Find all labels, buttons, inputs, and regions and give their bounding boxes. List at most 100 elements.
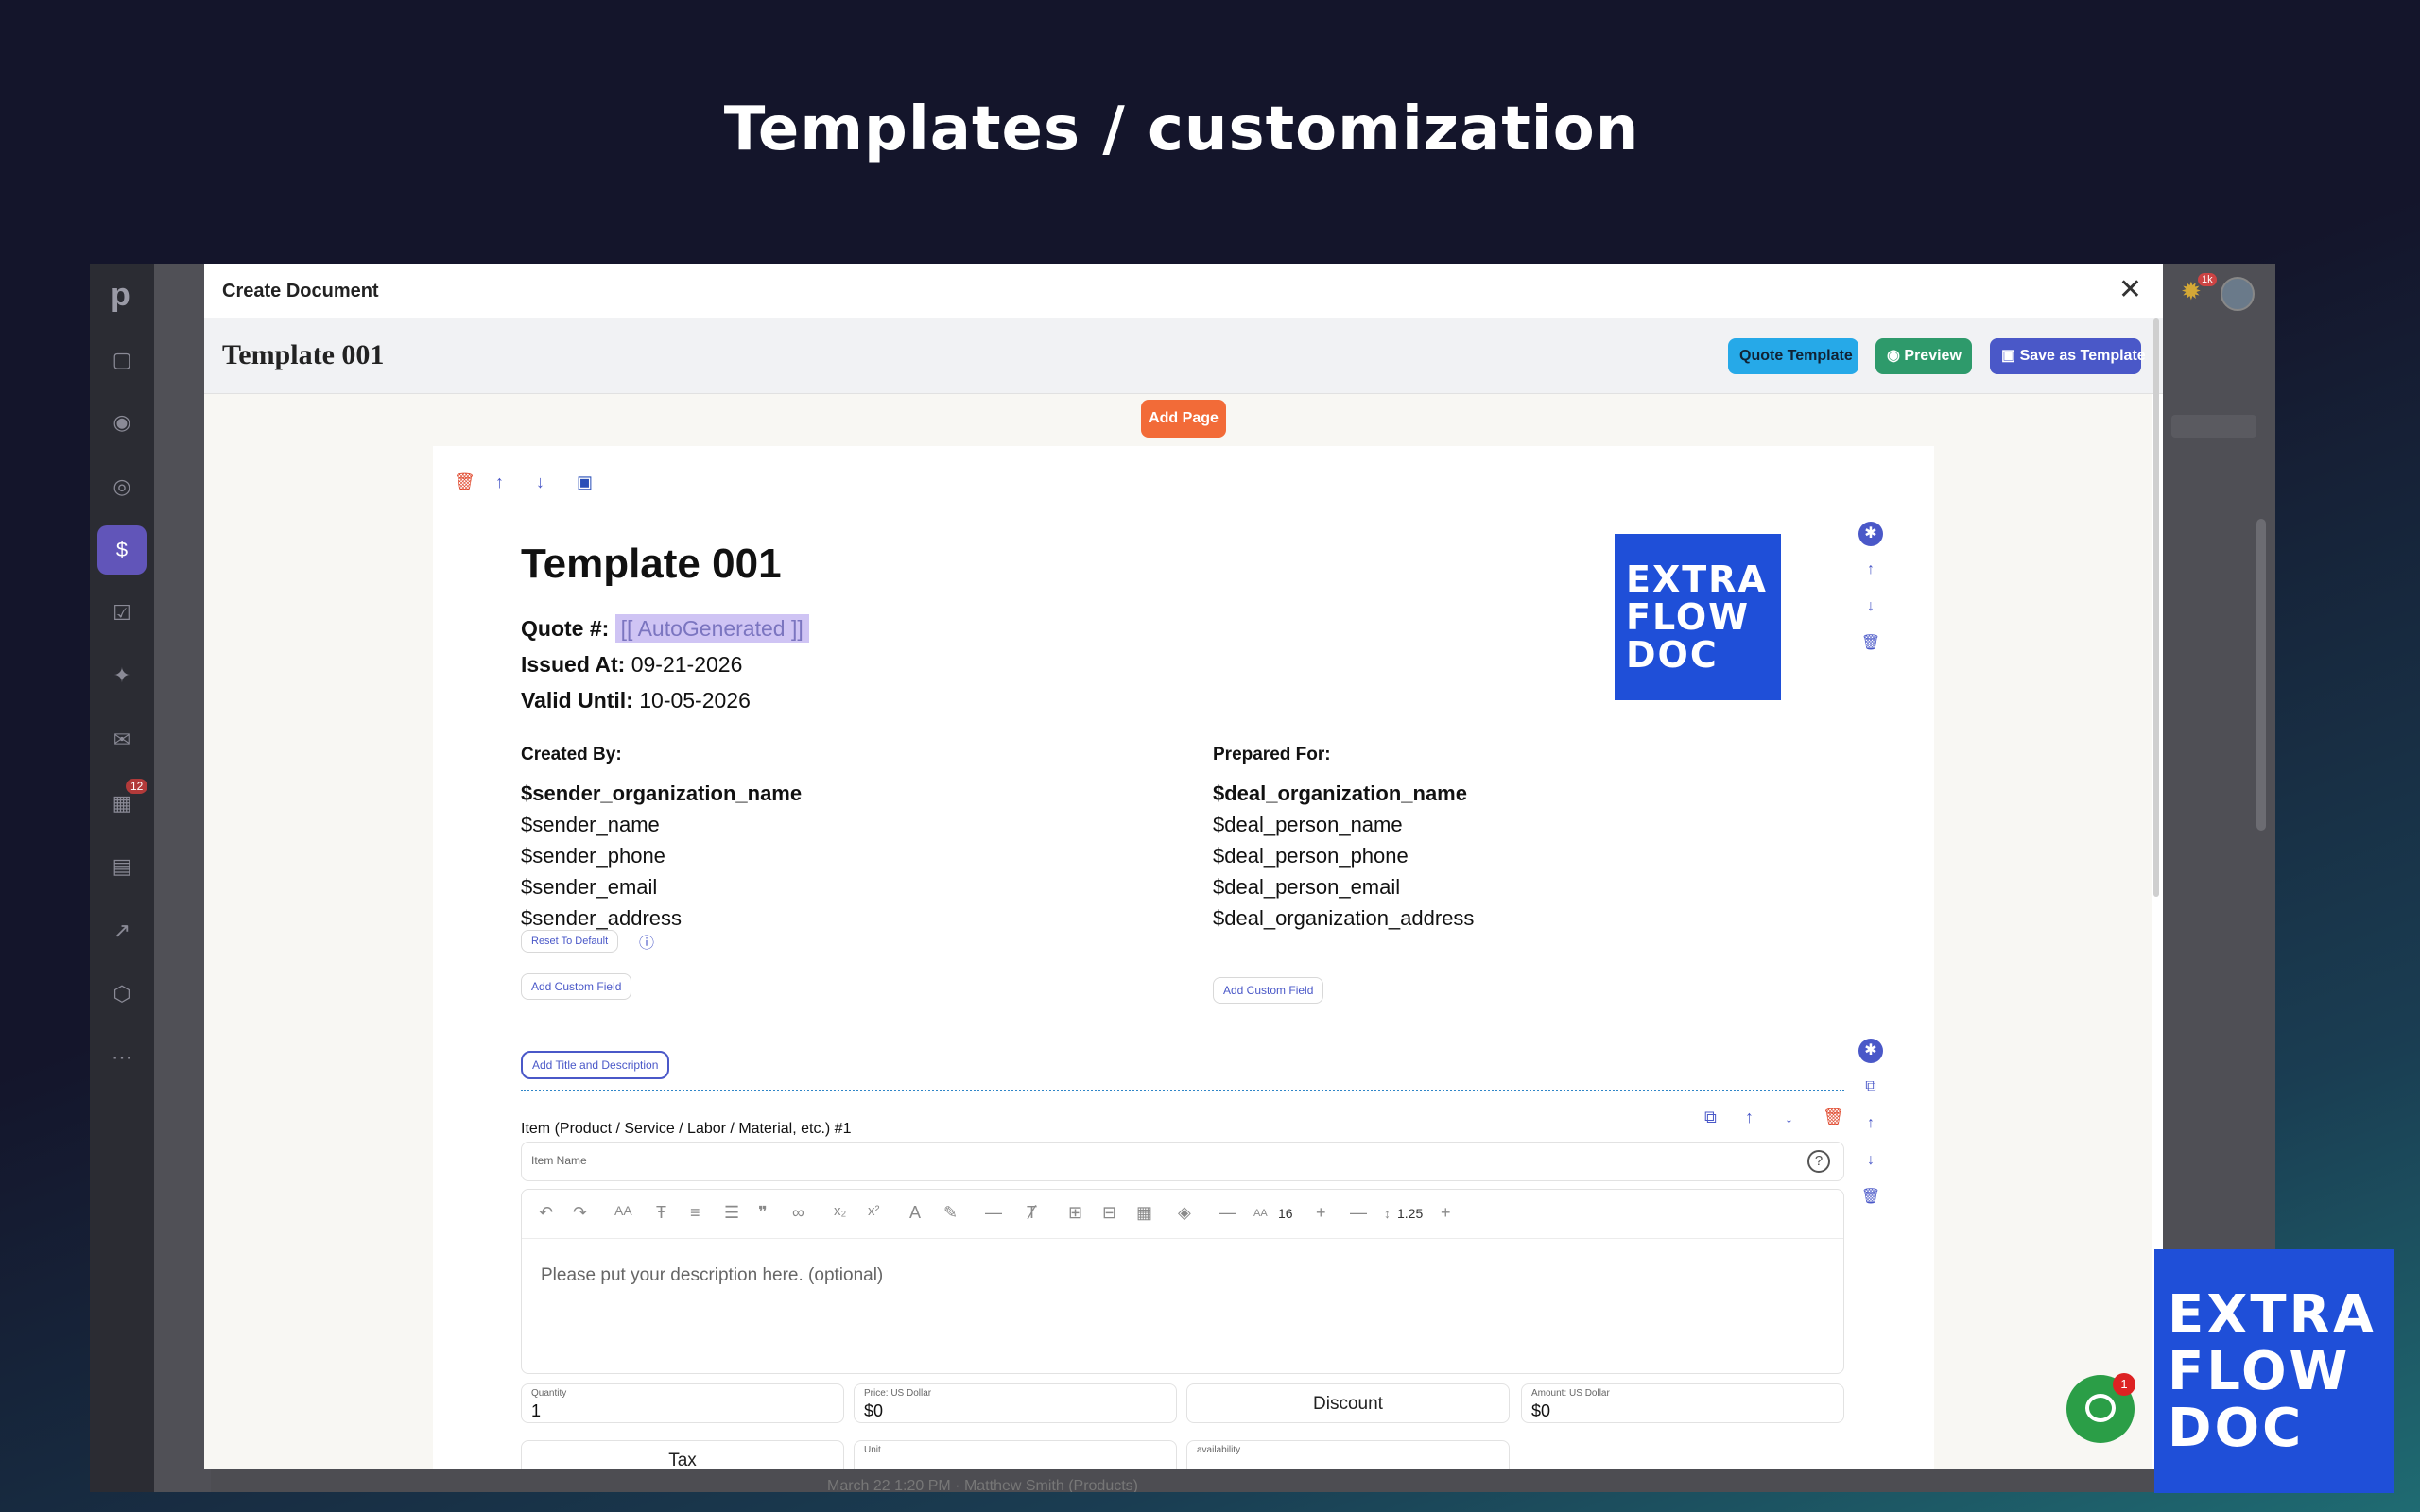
text-style-icon[interactable]: Ŧ — [656, 1203, 666, 1223]
item-up-icon[interactable]: ↑ — [1745, 1108, 1754, 1127]
add-custom-field-deal-button[interactable]: Add Custom Field — [1213, 977, 1324, 1004]
modal-scrollbar[interactable] — [2153, 318, 2159, 897]
items-up-icon[interactable]: ↑ — [1858, 1111, 1883, 1136]
sender-phone[interactable]: $sender_phone — [521, 840, 802, 871]
header-down-icon[interactable]: ↓ — [1858, 594, 1883, 619]
deal-org-address[interactable]: $deal_organization_address — [1213, 902, 1474, 934]
item-copy-icon[interactable]: ⧉ — [1704, 1108, 1717, 1127]
broadcast-icon[interactable]: ◉ — [107, 407, 137, 438]
image-icon[interactable]: ▣ — [577, 472, 593, 492]
sender-org[interactable]: $sender_organization_name — [521, 778, 802, 809]
header-delete-icon[interactable]: 🗑 — [1858, 631, 1883, 656]
issued-value[interactable]: 09-21-2026 — [631, 652, 743, 677]
fill-color-icon[interactable]: ◈ — [1178, 1203, 1191, 1223]
amount-field: Amount: US Dollar $0 — [1521, 1383, 1844, 1423]
app-filter-bar — [2171, 415, 2256, 438]
close-icon[interactable]: ✕ — [2118, 273, 2142, 306]
tax-button[interactable]: Tax — [521, 1440, 844, 1469]
discount-label: Discount — [1313, 1394, 1383, 1414]
text-color-icon[interactable]: A — [909, 1203, 921, 1223]
delete-page-icon[interactable]: 🗑 — [454, 472, 475, 492]
brand-line-1: EXTRA — [2168, 1284, 2377, 1346]
item-name-field[interactable]: Item Name ? — [521, 1142, 1844, 1181]
clear-format-icon[interactable]: Ⱦ — [1027, 1203, 1037, 1223]
redo-icon[interactable]: ↷ — [573, 1203, 587, 1223]
issued-label: Issued At: — [521, 652, 626, 677]
item-down-icon[interactable]: ↓ — [1785, 1108, 1793, 1127]
app-scrollbar[interactable] — [2256, 519, 2266, 831]
chat-button[interactable]: 1 — [2066, 1373, 2135, 1443]
list-icon[interactable]: ☰ — [724, 1203, 739, 1223]
items-settings-gear-icon[interactable]: ✱ — [1858, 1039, 1883, 1063]
undo-icon[interactable]: ↶ — [539, 1203, 553, 1223]
line-height-icon: ↕ — [1384, 1206, 1391, 1221]
company-logo[interactable]: EXTRA FLOW DOC — [1615, 534, 1781, 700]
brand-logo: EXTRA FLOW DOC — [2154, 1249, 2394, 1493]
tasks-icon[interactable]: ☑ — [107, 598, 137, 628]
horizontal-rule-icon[interactable]: — — [985, 1203, 1002, 1223]
reset-to-default-button[interactable]: Reset To Default — [521, 930, 619, 953]
quote-icon[interactable]: ❞ — [758, 1203, 768, 1223]
move-page-down-icon[interactable]: ↓ — [536, 472, 544, 492]
leads-icon[interactable]: ▢ — [107, 345, 137, 375]
font-case-icon[interactable]: AA — [614, 1203, 632, 1218]
deal-org[interactable]: $deal_organization_name — [1213, 778, 1474, 809]
target-icon[interactable]: ◎ — [107, 472, 137, 502]
font-size-value: 16 — [1278, 1206, 1293, 1221]
header-settings-gear-icon[interactable]: ✱ — [1858, 522, 1883, 546]
quantity-caption: Quantity — [531, 1388, 567, 1399]
document-title[interactable]: Template 001 — [521, 541, 782, 588]
app-panel — [154, 264, 211, 1492]
products-icon[interactable]: ⬡ — [107, 979, 137, 1009]
add-page-button[interactable]: Add Page — [1141, 400, 1226, 438]
valid-label: Valid Until: — [521, 688, 633, 713]
description-editor[interactable]: ↶ ↷ AA Ŧ ≡ ☰ ❞ ∞ x₂ x² A ✎ — Ⱦ ⊞ ⊟ ▦ ◈ —… — [521, 1189, 1844, 1374]
help-icon[interactable]: ? — [1807, 1150, 1830, 1173]
quantity-field[interactable]: Quantity 1 — [521, 1383, 844, 1423]
contacts-icon[interactable]: ▤ — [107, 851, 137, 882]
highlight-icon[interactable]: ✎ — [943, 1203, 958, 1223]
deals-icon[interactable]: $ — [97, 525, 147, 575]
hero-title: Templates / customization — [723, 94, 1640, 164]
font-size-increase-icon[interactable]: + — [1316, 1203, 1326, 1223]
add-custom-field-sender-button[interactable]: Add Custom Field — [521, 973, 632, 1000]
grid-icon[interactable]: ▦ — [1136, 1203, 1152, 1223]
insights-icon[interactable]: ↗ — [107, 916, 137, 946]
line-height-increase-icon[interactable]: + — [1441, 1203, 1451, 1223]
preview-button[interactable]: ◉ Preview — [1876, 338, 1972, 374]
sender-email[interactable]: $sender_email — [521, 871, 802, 902]
discount-button[interactable]: Discount — [1186, 1383, 1510, 1423]
campaign-icon[interactable]: ✦ — [107, 661, 137, 691]
align-icon[interactable]: ≡ — [690, 1203, 700, 1223]
mail-icon[interactable]: ✉ — [107, 725, 137, 755]
more-icon[interactable]: ⋯ — [107, 1042, 137, 1073]
line-height-decrease-icon[interactable]: — — [1350, 1203, 1367, 1223]
availability-select[interactable]: availability — [1186, 1440, 1510, 1469]
font-size-decrease-icon[interactable]: — — [1219, 1203, 1236, 1223]
items-delete-icon[interactable]: 🗑 — [1858, 1185, 1883, 1210]
eye-icon: ◉ — [1887, 348, 1905, 364]
deal-person-email[interactable]: $deal_person_email — [1213, 871, 1474, 902]
valid-value[interactable]: 10-05-2026 — [639, 688, 751, 713]
sender-name[interactable]: $sender_name — [521, 809, 802, 840]
header-up-icon[interactable]: ↑ — [1858, 558, 1883, 582]
price-field[interactable]: Price: US Dollar $0 — [854, 1383, 1177, 1423]
link-icon[interactable]: ∞ — [792, 1203, 804, 1223]
quote-template-button[interactable]: Quote Template — [1728, 338, 1858, 374]
items-copy-icon[interactable]: ⧉ — [1858, 1074, 1883, 1099]
unit-field[interactable]: Unit — [854, 1440, 1177, 1469]
logo-line-1: EXTRA — [1626, 558, 1768, 600]
save-as-template-button[interactable]: ▣ Save as Template — [1990, 338, 2146, 374]
superscript-icon[interactable]: x² — [868, 1203, 880, 1219]
subscript-icon[interactable]: x₂ — [834, 1203, 846, 1219]
items-down-icon[interactable]: ↓ — [1858, 1148, 1883, 1173]
table-icon[interactable]: ⊞ — [1068, 1203, 1082, 1223]
item-delete-icon[interactable]: 🗑 — [1823, 1108, 1844, 1127]
info-icon[interactable]: ⓘ — [639, 930, 654, 953]
move-page-up-icon[interactable]: ↑ — [495, 472, 504, 492]
avatar[interactable] — [2221, 277, 2255, 311]
add-title-description-button[interactable]: Add Title and Description — [521, 1051, 670, 1079]
insert-row-icon[interactable]: ⊟ — [1102, 1203, 1116, 1223]
deal-person-phone[interactable]: $deal_person_phone — [1213, 840, 1474, 871]
deal-person-name[interactable]: $deal_person_name — [1213, 809, 1474, 840]
